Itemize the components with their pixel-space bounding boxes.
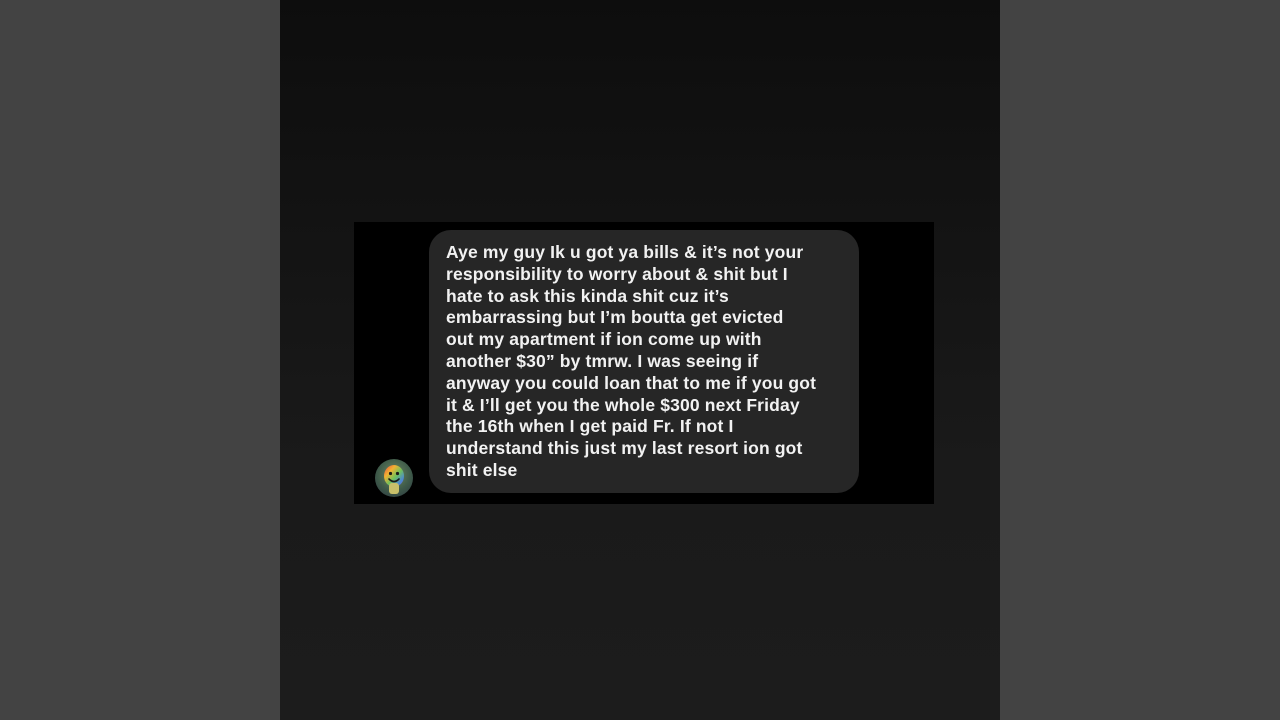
right-letterbox — [1000, 0, 1280, 720]
message-bubble[interactable]: Aye my guy Ik u got ya bills & it’s not … — [429, 230, 859, 493]
left-letterbox — [0, 0, 280, 720]
smiley-face-avatar-icon — [384, 465, 404, 494]
message-screenshot: Aye my guy Ik u got ya bills & it’s not … — [354, 222, 934, 504]
sender-avatar[interactable] — [375, 459, 413, 497]
message-text: Aye my guy Ik u got ya bills & it’s not … — [446, 242, 817, 480]
